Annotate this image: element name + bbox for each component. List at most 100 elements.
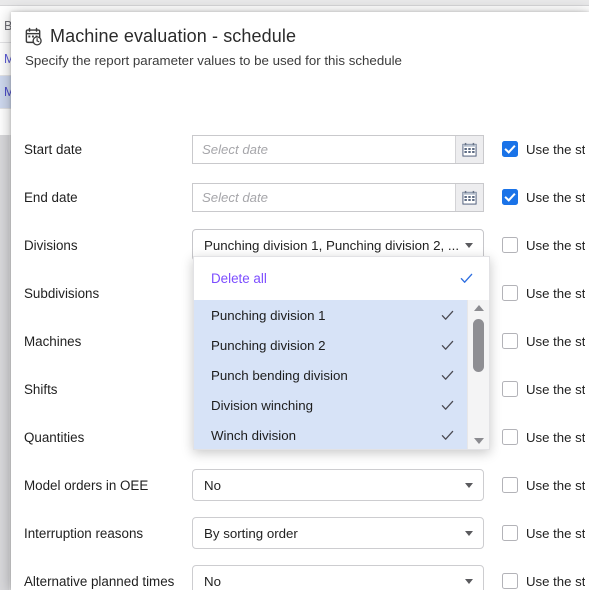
calendar-clock-icon xyxy=(25,27,42,46)
check-icon xyxy=(441,400,454,410)
alternative-planned-times-use-default[interactable]: Use the st xyxy=(491,573,589,589)
model-orders-select-value: No xyxy=(204,477,221,493)
background-toolbar xyxy=(0,0,589,6)
field-label: Machines xyxy=(24,333,82,349)
quantities-use-default[interactable]: Use the st xyxy=(491,429,589,445)
dropdown-delete-all-label: Delete all xyxy=(211,271,267,286)
dropdown-option-label: Punching division 2 xyxy=(211,337,326,353)
dropdown-options-list[interactable]: Punching division 1 Punching division 2 … xyxy=(194,300,489,449)
dropdown-option[interactable]: Punching division 2 xyxy=(194,330,468,360)
check-icon xyxy=(441,310,454,320)
field-label: Interruption reasons xyxy=(24,525,144,541)
checkbox[interactable] xyxy=(502,381,518,397)
chevron-down-icon xyxy=(465,531,473,536)
field-control: No xyxy=(192,469,491,501)
screen: Be M M Machine xyxy=(0,0,589,590)
machines-use-default[interactable]: Use the st xyxy=(491,333,589,349)
end-date-use-default[interactable]: Use the st xyxy=(491,189,589,205)
start-date-use-default[interactable]: Use the st xyxy=(491,141,589,157)
dropdown-option-label: Punching division 1 xyxy=(211,307,326,323)
form-row-alternative-planned-times: Alternative planned times No Use the st xyxy=(11,557,589,590)
chevron-down-icon xyxy=(465,579,473,584)
calendar-icon xyxy=(462,190,477,205)
alternative-planned-times-select-value: No xyxy=(204,573,221,589)
divisions-use-default[interactable]: Use the st xyxy=(491,237,589,253)
checkbox-label: Use the st xyxy=(526,477,586,493)
checkbox[interactable] xyxy=(502,429,518,445)
scrollbar-thumb[interactable] xyxy=(473,319,484,372)
page-title: Machine evaluation - schedule xyxy=(50,26,297,46)
checkbox[interactable] xyxy=(502,573,518,589)
dropdown-option-label: Winch division xyxy=(211,427,296,443)
checkbox-label: Use the st xyxy=(526,237,586,253)
dialog-title-row: Machine evaluation - schedule xyxy=(24,26,589,47)
check-icon xyxy=(441,340,454,350)
check-icon xyxy=(441,430,454,440)
checkbox-label: Use the st xyxy=(526,429,586,445)
divisions-select-value: Punching division 1, Punching division 2… xyxy=(204,237,460,253)
dialog-header: Machine evaluation - schedule Specify th… xyxy=(11,12,589,68)
checkbox-label: Use the st xyxy=(526,285,586,301)
checkbox-label: Use the st xyxy=(526,141,586,157)
divisions-dropdown-panel: Delete all Punching division 1 Punching … xyxy=(193,256,490,450)
checkbox-label: Use the st xyxy=(526,333,586,349)
field-control xyxy=(192,134,491,164)
chevron-down-icon xyxy=(465,243,473,248)
field-label: Alternative planned times xyxy=(24,573,175,589)
field-label: Divisions xyxy=(24,237,78,253)
interruption-reasons-use-default[interactable]: Use the st xyxy=(491,525,589,541)
checkbox[interactable] xyxy=(502,141,518,157)
end-date-calendar-button[interactable] xyxy=(455,183,483,211)
start-date-field[interactable] xyxy=(192,134,484,164)
dropdown-option[interactable]: Punching division 1 xyxy=(194,300,468,330)
shifts-use-default[interactable]: Use the st xyxy=(491,381,589,397)
dropdown-scroll-area: Punching division 1 Punching division 2 … xyxy=(194,300,468,449)
checkbox-label: Use the st xyxy=(526,573,586,589)
dropdown-option[interactable]: Division winching xyxy=(194,390,468,420)
checkbox[interactable] xyxy=(502,285,518,301)
form-row-start-date: Start date Select date Use the st xyxy=(11,125,589,173)
dropdown-option[interactable]: Winch division xyxy=(194,420,468,449)
dropdown-option[interactable]: Punch bending division xyxy=(194,360,468,390)
checkbox[interactable] xyxy=(502,525,518,541)
form-row-model-orders-in-oee: Model orders in OEE No Use the st xyxy=(11,461,589,509)
dropdown-option-label: Division winching xyxy=(211,397,313,413)
field-control: By sorting order xyxy=(192,517,491,549)
field-label: Quantities xyxy=(24,429,85,445)
form-row-interruption-reasons: Interruption reasons By sorting order Us… xyxy=(11,509,589,557)
checkbox[interactable] xyxy=(502,237,518,253)
checkbox[interactable] xyxy=(502,189,518,205)
subdivisions-use-default[interactable]: Use the st xyxy=(491,285,589,301)
dropdown-delete-all-item[interactable]: Delete all xyxy=(194,257,489,300)
start-date-input[interactable] xyxy=(193,135,455,163)
calendar-icon xyxy=(462,142,477,157)
field-label: Model orders in OEE xyxy=(24,477,149,493)
checkbox-label: Use the st xyxy=(526,525,586,541)
field-label: Shifts xyxy=(24,381,58,397)
field-label: Start date xyxy=(24,141,83,157)
checkbox-label: Use the st xyxy=(526,189,586,205)
interruption-reasons-select[interactable]: By sorting order xyxy=(192,517,484,549)
dropdown-scrollbar[interactable] xyxy=(467,300,489,449)
field-label: End date xyxy=(24,189,78,205)
checkbox-label: Use the st xyxy=(526,381,586,397)
field-label: Subdivisions xyxy=(24,285,100,301)
model-orders-use-default[interactable]: Use the st xyxy=(491,477,589,493)
background-side-strip xyxy=(0,135,9,590)
alternative-planned-times-select[interactable]: No xyxy=(192,565,484,590)
check-icon xyxy=(460,273,473,283)
checkbox[interactable] xyxy=(502,333,518,349)
interruption-reasons-select-value: By sorting order xyxy=(204,525,298,541)
checkbox[interactable] xyxy=(502,477,518,493)
field-control xyxy=(192,182,491,212)
chevron-down-icon xyxy=(465,483,473,488)
end-date-field[interactable] xyxy=(192,182,484,212)
end-date-input[interactable] xyxy=(193,183,455,211)
model-orders-select[interactable]: No xyxy=(192,469,484,501)
start-date-calendar-button[interactable] xyxy=(455,135,483,163)
field-control: No xyxy=(192,565,491,590)
dropdown-option-label: Punch bending division xyxy=(211,367,348,383)
check-icon xyxy=(441,370,454,380)
scroll-up-arrow-icon[interactable] xyxy=(468,300,489,316)
scroll-down-arrow-icon[interactable] xyxy=(468,433,489,449)
